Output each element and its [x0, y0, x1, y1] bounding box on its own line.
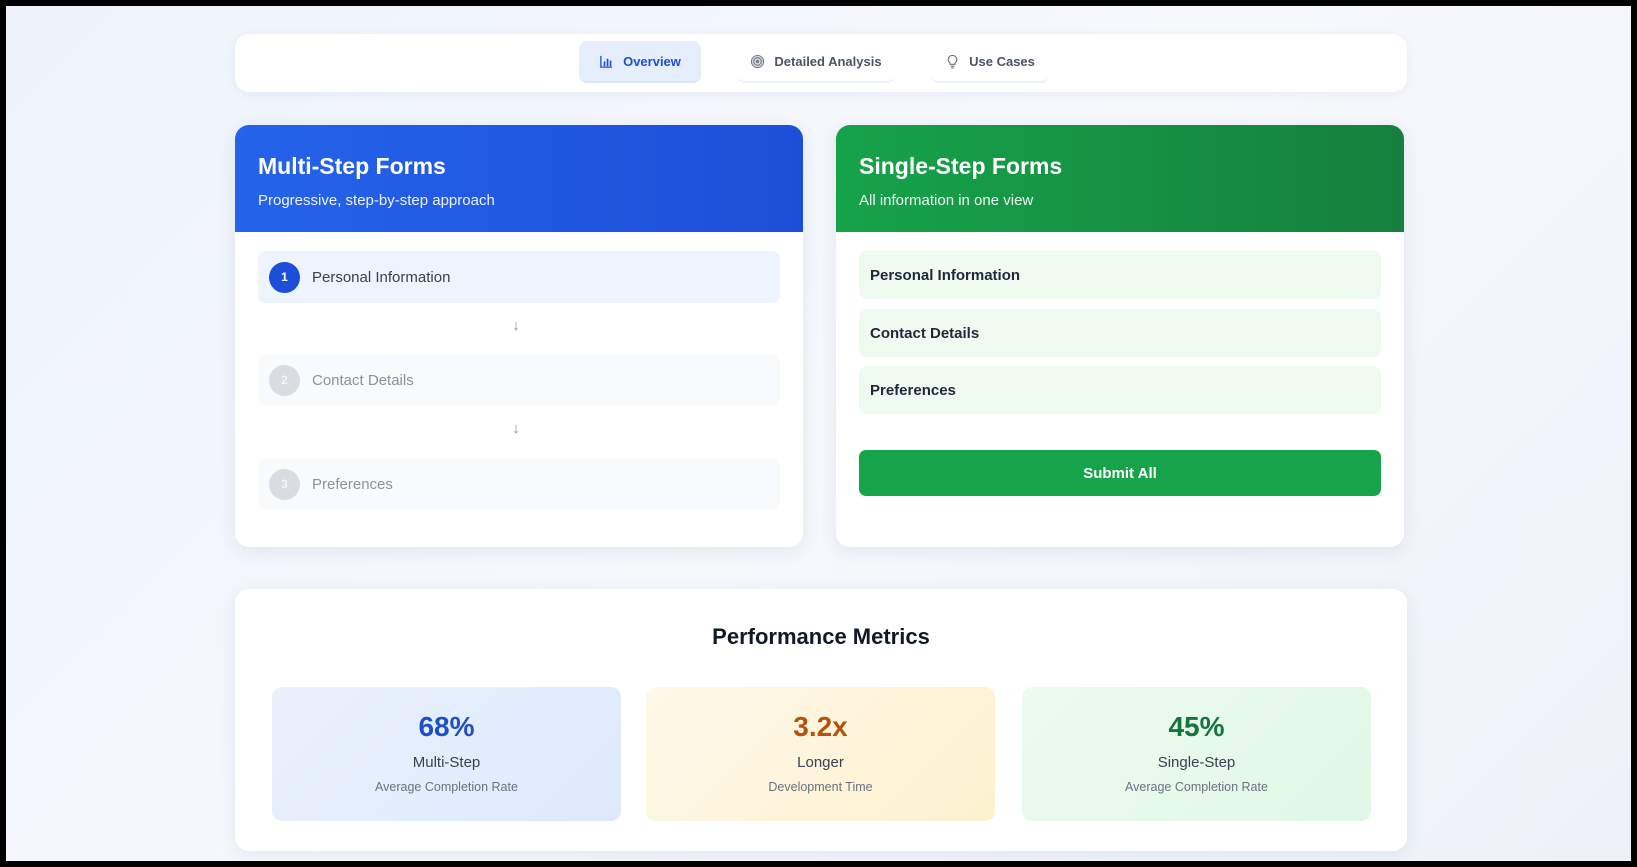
metric-label: Single-Step: [1157, 754, 1236, 771]
field-personal-information[interactable]: Personal Information: [859, 251, 1381, 299]
step-personal-information[interactable]: 1 Personal Information: [258, 251, 780, 303]
metric-sublabel: Average Completion Rate: [1125, 780, 1268, 794]
card-subtitle: Progressive, step-by-step approach: [258, 192, 495, 209]
tab-label: Detailed Analysis: [774, 53, 882, 69]
step-label: Personal Information: [312, 268, 451, 286]
card-title: Single-Step Forms: [859, 153, 1063, 179]
field-contact-details[interactable]: Contact Details: [859, 309, 1381, 357]
step-number: 3: [269, 468, 300, 500]
step-preferences[interactable]: 3 Preferences: [258, 458, 780, 510]
target-icon: [751, 54, 765, 68]
metric-label: Multi-Step: [412, 754, 481, 771]
metric-multi-step: 68% Multi-Step Average Completion Rate: [272, 687, 621, 821]
card-title: Multi-Step Forms: [258, 153, 446, 179]
step-label: Preferences: [312, 475, 393, 493]
step-number: 2: [269, 364, 300, 396]
arrow-down-icon: ↓: [512, 420, 520, 437]
tab-bar: Overview Detailed Analysis Use Cases: [235, 34, 1407, 92]
single-step-card: Single-Step Forms All information in one…: [836, 125, 1404, 547]
tab-label: Overview: [623, 53, 681, 69]
metric-value: 45%: [1168, 711, 1225, 742]
performance-metrics: Performance Metrics 68% Multi-Step Avera…: [235, 589, 1407, 851]
multi-step-card: Multi-Step Forms Progressive, step-by-st…: [235, 125, 803, 547]
metric-label: Longer: [797, 754, 844, 771]
card-subtitle: All information in one view: [859, 192, 1034, 209]
step-contact-details[interactable]: 2 Contact Details: [258, 354, 780, 406]
tab-detailed-analysis[interactable]: Detailed Analysis: [737, 41, 895, 83]
step-label: Contact Details: [312, 371, 414, 389]
tab-use-cases[interactable]: Use Cases: [931, 41, 1049, 83]
arrow-down-icon: ↓: [512, 317, 520, 334]
tab-overview[interactable]: Overview: [579, 41, 701, 83]
metric-value: 68%: [418, 711, 475, 742]
single-step-header: Single-Step Forms All information in one…: [836, 125, 1404, 232]
metric-sublabel: Development Time: [768, 780, 873, 794]
bar-chart-icon: [600, 55, 613, 68]
field-preferences[interactable]: Preferences: [859, 366, 1381, 414]
tab-label: Use Cases: [969, 53, 1035, 69]
multi-step-header: Multi-Step Forms Progressive, step-by-st…: [235, 125, 803, 232]
lightbulb-icon: [947, 54, 958, 68]
metric-development-time: 3.2x Longer Development Time: [646, 687, 995, 821]
metrics-title: Performance Metrics: [712, 624, 930, 649]
submit-all-button[interactable]: Submit All: [859, 450, 1381, 496]
metric-value: 3.2x: [793, 711, 848, 742]
metric-single-step: 45% Single-Step Average Completion Rate: [1022, 687, 1371, 821]
step-number: 1: [269, 261, 300, 293]
metric-sublabel: Average Completion Rate: [375, 780, 518, 794]
page: Overview Detailed Analysis Use Cases Mul…: [6, 6, 1631, 861]
